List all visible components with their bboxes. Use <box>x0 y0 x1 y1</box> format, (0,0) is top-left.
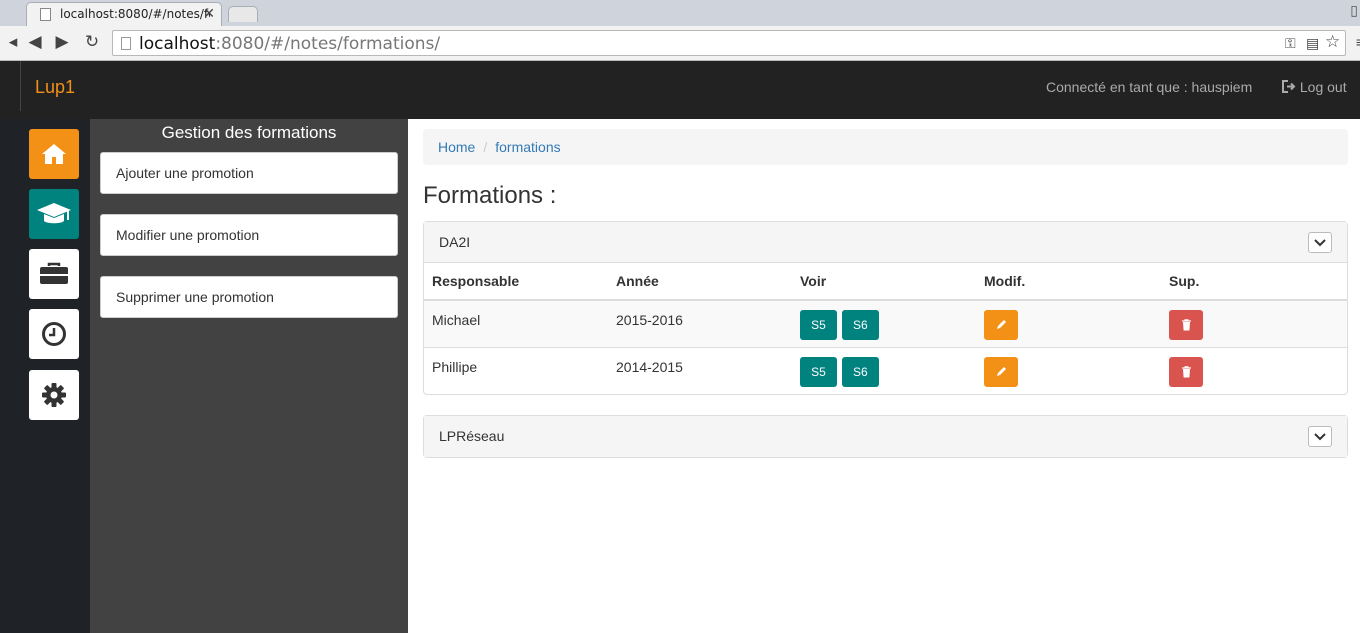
promotions-table: Responsable Année Voir Modif. Sup. Micha… <box>424 263 1347 394</box>
gear-icon <box>42 383 66 407</box>
address-bar-url[interactable]: localhost:8080/#/notes/formations/ <box>139 34 440 54</box>
annee-cell: 2014-2015 <box>616 358 683 375</box>
responsable-cell: Michael <box>424 300 608 348</box>
browser-tab-active[interactable]: localhost:8080/#/notes/formations/ ✕ <box>26 2 222 26</box>
chevron-down-icon <box>1314 238 1326 246</box>
translate-icon[interactable]: ▤ <box>1306 35 1319 52</box>
navbar-divider <box>20 61 21 111</box>
rail-briefcase-button[interactable] <box>29 249 79 299</box>
pencil-icon <box>997 320 1006 329</box>
side-menu-title: Gestion des formations <box>161 123 337 142</box>
back-icon[interactable]: ◀ <box>25 32 45 52</box>
add-promotion-button[interactable]: Ajouter une promotion <box>100 152 398 194</box>
voir-cell: S5 S6 <box>792 347 976 394</box>
home-icon <box>42 144 66 164</box>
formation-panel-header[interactable]: DA2I <box>424 222 1347 263</box>
formation-name: DA2I <box>439 234 471 250</box>
logged-in-user-text: Connecté en tant que : hauspiem <box>1046 79 1253 95</box>
logout-icon <box>1282 80 1296 93</box>
browser-menu-corner-icon[interactable]: ▯ <box>1350 2 1358 19</box>
column-header-voir: Voir <box>792 263 976 301</box>
app-navbar: Lup1 Connecté en tant que : hauspiem Log… <box>0 61 1360 119</box>
browser-tab-title: localhost:8080/#/notes/formations/ <box>60 7 210 21</box>
view-s5-button[interactable]: S5 <box>800 310 837 340</box>
edit-promotion-button[interactable]: Modifier une promotion <box>100 214 398 256</box>
edit-button[interactable] <box>984 310 1018 340</box>
page-icon <box>121 37 131 50</box>
formation-panel-da2i: DA2I Responsable Année Voir Modif. Sup. … <box>423 221 1348 395</box>
browser-toolbar: ◂ ◀ ▶ ↻ localhost:8080/#/notes/formation… <box>0 26 1360 61</box>
bookmark-star-icon[interactable]: ☆ <box>1325 32 1340 52</box>
formation-name: LPRéseau <box>439 428 505 444</box>
page-title: Formations : <box>423 182 557 209</box>
rail-history-button[interactable] <box>29 309 79 359</box>
chevron-down-icon <box>1314 432 1326 440</box>
tab-close-icon[interactable]: ✕ <box>203 5 215 22</box>
side-menu: Gestion des formations Ajouter une promo… <box>90 119 408 633</box>
rail-home-button[interactable] <box>29 129 79 179</box>
sup-cell <box>1161 300 1347 348</box>
rail-settings-button[interactable] <box>29 370 79 420</box>
brand-link[interactable]: Lup1 <box>35 77 75 98</box>
table-header-row: Responsable Année Voir Modif. Sup. <box>424 263 1347 301</box>
view-s5-button[interactable]: S5 <box>800 356 837 387</box>
responsable-cell: Phillipe <box>432 358 478 375</box>
delete-button[interactable] <box>1169 310 1203 340</box>
clock-icon <box>42 322 66 346</box>
trash-icon <box>1181 319 1191 331</box>
column-header-responsable: Responsable <box>424 263 608 301</box>
new-tab-button[interactable] <box>228 6 258 22</box>
page-favicon-icon <box>40 8 51 21</box>
collapse-toggle-button[interactable] <box>1308 232 1332 253</box>
view-s6-button[interactable]: S6 <box>841 310 879 340</box>
table-row: Phillipe 2014-2015 S5 S6 <box>424 347 1347 394</box>
column-header-modif: Modif. <box>976 263 1161 301</box>
history-back-list-icon[interactable]: ◂ <box>3 32 23 52</box>
breadcrumb-home-link[interactable]: Home <box>438 139 475 155</box>
edit-button[interactable] <box>984 356 1018 387</box>
formation-panel-header[interactable]: LPRéseau <box>424 416 1347 457</box>
expand-toggle-button[interactable] <box>1308 426 1332 447</box>
delete-promotion-button[interactable]: Supprimer une promotion <box>100 276 398 318</box>
trash-icon <box>1181 365 1191 377</box>
address-bar[interactable]: localhost:8080/#/notes/formations/ ⚿ ▤ ☆ <box>112 30 1346 56</box>
graduation-cap-icon <box>37 203 71 224</box>
delete-button[interactable] <box>1169 356 1203 387</box>
browser-menu-icon[interactable]: ≡ <box>1350 34 1360 50</box>
view-s6-button[interactable]: S6 <box>841 356 879 387</box>
sup-cell <box>1161 347 1347 394</box>
logout-link[interactable]: Log out <box>1282 79 1347 95</box>
key-icon[interactable]: ⚿ <box>1285 35 1296 52</box>
voir-cell: S5 S6 <box>792 300 976 348</box>
briefcase-icon <box>40 262 68 284</box>
modif-cell <box>976 300 1161 348</box>
browser-tab-strip: localhost:8080/#/notes/formations/ ✕ ▯ <box>0 0 1360 26</box>
breadcrumb: Home / formations <box>423 129 1348 165</box>
column-header-sup: Sup. <box>1161 263 1347 301</box>
modif-cell <box>976 347 1161 394</box>
breadcrumb-current-link[interactable]: formations <box>495 139 560 155</box>
formation-panel-lpreseau: LPRéseau <box>423 415 1348 458</box>
forward-icon[interactable]: ▶ <box>52 32 72 52</box>
logout-label: Log out <box>1299 79 1347 95</box>
breadcrumb-separator: / <box>483 139 488 155</box>
icon-rail <box>0 119 90 633</box>
annee-cell: 2015-2016 <box>608 300 792 348</box>
rail-formations-button[interactable] <box>29 189 79 239</box>
pencil-icon <box>997 366 1006 376</box>
table-row: Michael 2015-2016 S5 S6 <box>424 300 1347 348</box>
column-header-annee: Année <box>608 263 792 301</box>
reload-icon[interactable]: ↻ <box>82 32 102 52</box>
